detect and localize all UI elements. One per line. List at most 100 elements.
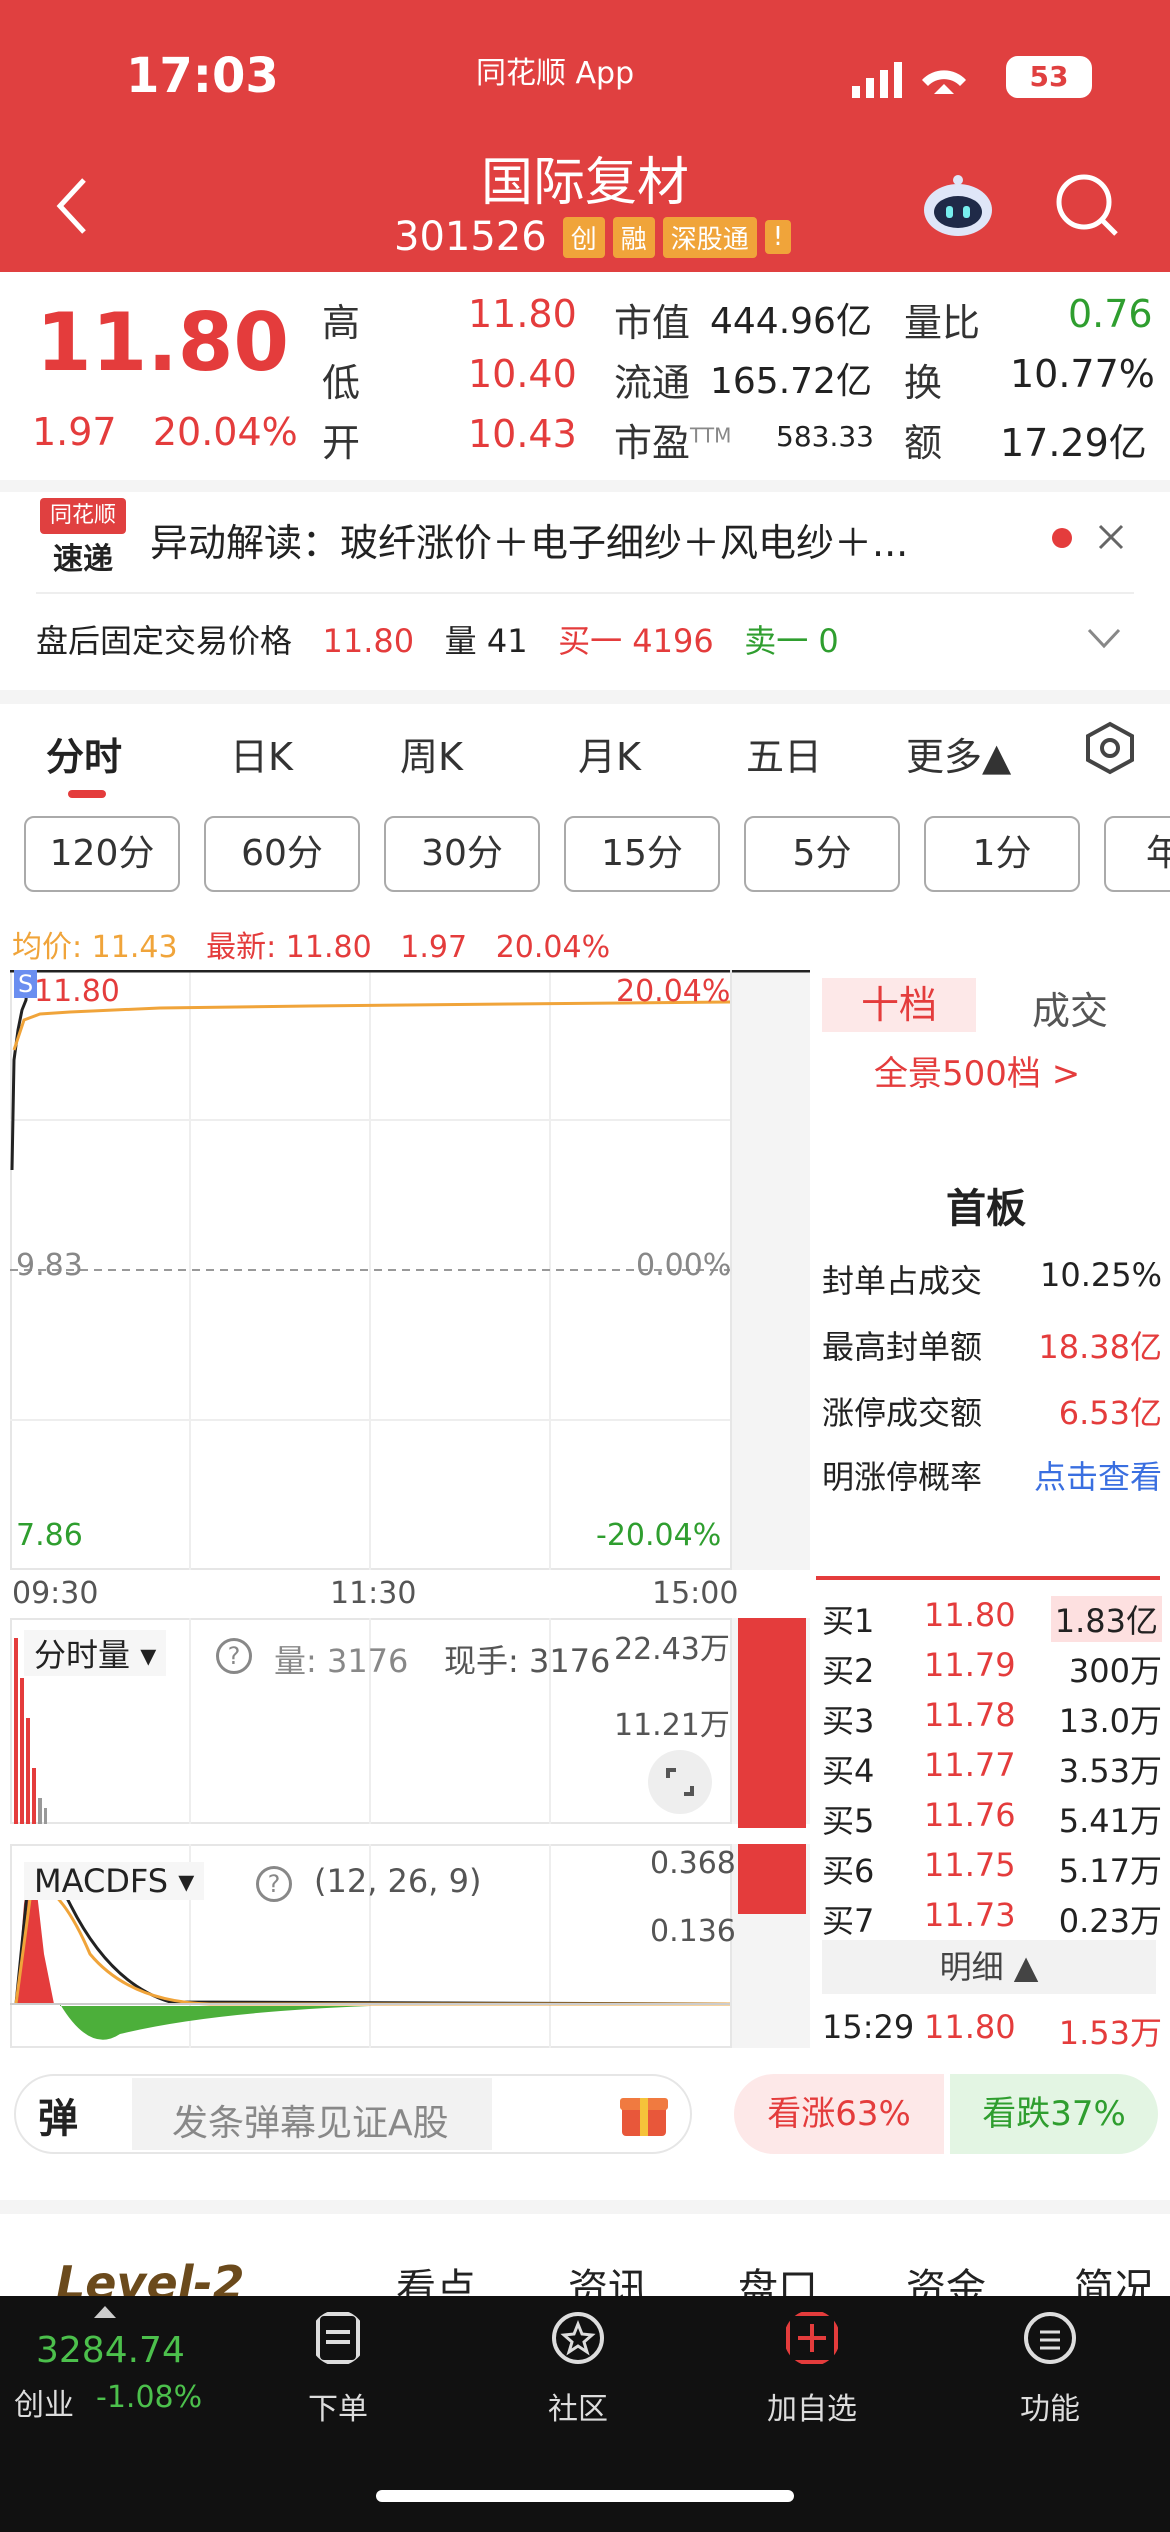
macd-params: (12, 26, 9): [314, 1862, 482, 1900]
caret-up-icon: [94, 2306, 116, 2318]
nav-order[interactable]: 下单: [278, 2310, 398, 2428]
price-change: 1.97 20.04%: [32, 410, 298, 454]
tab-ten-levels[interactable]: 十档: [822, 978, 976, 1032]
chart-summary: 均价: 11.43 最新: 11.80 1.97 20.04%: [12, 922, 610, 966]
nav-add-watchlist[interactable]: 加自选: [752, 2310, 872, 2428]
tab-daily-k[interactable]: 日K: [230, 726, 293, 781]
period-60min[interactable]: 60分: [204, 816, 360, 892]
macd-title: MACDFS: [34, 1862, 169, 1900]
assistant-robot-icon[interactable]: [918, 172, 998, 242]
expand-icon[interactable]: [646, 1748, 714, 1816]
bid-volume: 300万: [1068, 1652, 1162, 1690]
divider: [36, 592, 1134, 594]
tab-trades[interactable]: 成交: [1032, 980, 1108, 1035]
bid-label: 买7: [822, 1902, 875, 1940]
after-vol-label: 量: [444, 622, 477, 660]
macd-help-icon[interactable]: ?: [256, 1866, 292, 1902]
menu-icon: [1024, 2312, 1076, 2364]
period-5min[interactable]: 5分: [744, 816, 900, 892]
tab-monthly-k[interactable]: 月K: [578, 726, 641, 781]
search-icon[interactable]: [1052, 170, 1122, 240]
period-30min[interactable]: 30分: [384, 816, 540, 892]
news-text[interactable]: 异动解读：玻纤涨价＋电子细纱＋风电纱＋...: [150, 512, 908, 567]
tab-active-indicator: [68, 790, 106, 798]
period-120min[interactable]: 120分: [24, 816, 180, 892]
tab-intraday[interactable]: 分时: [46, 726, 122, 781]
period-1min[interactable]: 1分: [924, 816, 1080, 892]
vr-value: 0.76: [1068, 292, 1153, 336]
trade-time: 15:29: [822, 2008, 915, 2046]
detail-toggle[interactable]: 明细 ▲: [822, 1940, 1156, 1994]
bid-volume: 0.23万: [1058, 1902, 1162, 1940]
panorama-link[interactable]: 全景500档 >: [874, 1046, 1080, 1095]
bid-volume: 3.53万: [1058, 1752, 1162, 1790]
latest-change: 1.97: [400, 930, 468, 965]
stat-label: 最高封单额: [822, 1328, 983, 1366]
bid-volume: 5.17万: [1058, 1852, 1162, 1890]
close-icon[interactable]: [1096, 522, 1126, 552]
volume-max: 22.43万: [614, 1632, 730, 1667]
now-hand: 现手: 3176: [444, 1636, 610, 1682]
open-label: 开: [322, 421, 361, 465]
bid-price: 11.78: [924, 1696, 1016, 1734]
stock-code-row: 301526 创 融 深股通 !: [394, 214, 792, 260]
header: 17:03 同花顺 App 53 国际复材 301526 创 融 深股通 !: [0, 0, 1170, 272]
index-value[interactable]: 3284.74: [36, 2330, 185, 2371]
latest-price: 最新: 11.80: [206, 930, 372, 965]
high-value: 11.80: [468, 292, 577, 336]
turnover-value: 10.77%: [1010, 352, 1155, 396]
tab-weekly-k[interactable]: 周K: [400, 726, 463, 781]
news-unread-dot: [1052, 528, 1072, 548]
macd-top: 0.368: [650, 1846, 736, 1881]
chevron-down-icon[interactable]: [1086, 626, 1122, 650]
pe-label-text: 市盈: [614, 421, 691, 465]
gift-icon[interactable]: [618, 2084, 670, 2140]
news-logo-bottom: 速递: [53, 542, 113, 577]
board-title: 首板: [946, 1186, 1026, 1232]
settings-hexagon-icon[interactable]: [1082, 720, 1138, 776]
section-divider: [0, 2200, 1170, 2214]
trade-volume: 1.53万: [1058, 2014, 1162, 2052]
battery-indicator: 53: [1006, 56, 1092, 98]
chart-bot-price: 7.86: [16, 1518, 83, 1553]
stat-value: 6.53亿: [1058, 1394, 1162, 1432]
nav-order-label: 下单: [308, 2392, 368, 2427]
bid-price: 11.77: [924, 1746, 1016, 1784]
orderbook-divider: [816, 1576, 1160, 1580]
after-hours-row[interactable]: 盘后固定交易价格 11.80 量 41 买一 4196 卖一 0: [36, 616, 839, 662]
period-15min[interactable]: 15分: [564, 816, 720, 892]
bullish-button[interactable]: 看涨63%: [734, 2074, 944, 2154]
check-link[interactable]: 点击查看: [1034, 1452, 1162, 1498]
bid-volume: 13.0万: [1058, 1702, 1162, 1740]
bid-price: 11.75: [924, 1846, 1016, 1884]
mcap-value: 444.96亿: [710, 301, 872, 342]
nav-community[interactable]: 社区: [518, 2310, 638, 2428]
bid-price: 11.80: [924, 1596, 1016, 1634]
low-value: 10.40: [468, 352, 577, 396]
float-label: 流通: [614, 361, 691, 405]
danmu-placeholder[interactable]: 发条弹幕见证A股: [172, 2094, 449, 2146]
community-star-icon: [552, 2312, 604, 2364]
amount-label: 额: [904, 421, 943, 465]
app-indicator: 同花顺 App: [476, 56, 635, 91]
after-buy1: 4196: [632, 622, 714, 660]
volume-value: 量: 3176: [274, 1642, 409, 1680]
bid-label: 买4: [822, 1752, 875, 1790]
volume-selector[interactable]: 分时量 ▾: [24, 1630, 167, 1676]
tab-five-day[interactable]: 五日: [746, 726, 822, 781]
nav-community-label: 社区: [548, 2392, 608, 2427]
bid-label: 买6: [822, 1852, 875, 1890]
nav-functions[interactable]: 功能: [990, 2310, 1110, 2428]
bid-volume: 1.83亿: [1050, 1596, 1162, 1642]
after-buy1-label: 买一: [558, 622, 623, 660]
bid-label: 买3: [822, 1702, 875, 1740]
time-label-close: 15:00: [652, 1576, 739, 1611]
after-price: 11.80: [322, 622, 415, 660]
bearish-button[interactable]: 看跌37%: [950, 2074, 1158, 2154]
macd-selector[interactable]: MACDFS ▾: [24, 1862, 205, 1900]
help-icon[interactable]: ?: [216, 1638, 252, 1674]
period-year[interactable]: 年: [1104, 816, 1170, 892]
tab-more[interactable]: 更多▲: [906, 726, 1011, 781]
amount-value: 17.29亿: [1000, 421, 1147, 465]
high-label: 高: [322, 301, 361, 345]
